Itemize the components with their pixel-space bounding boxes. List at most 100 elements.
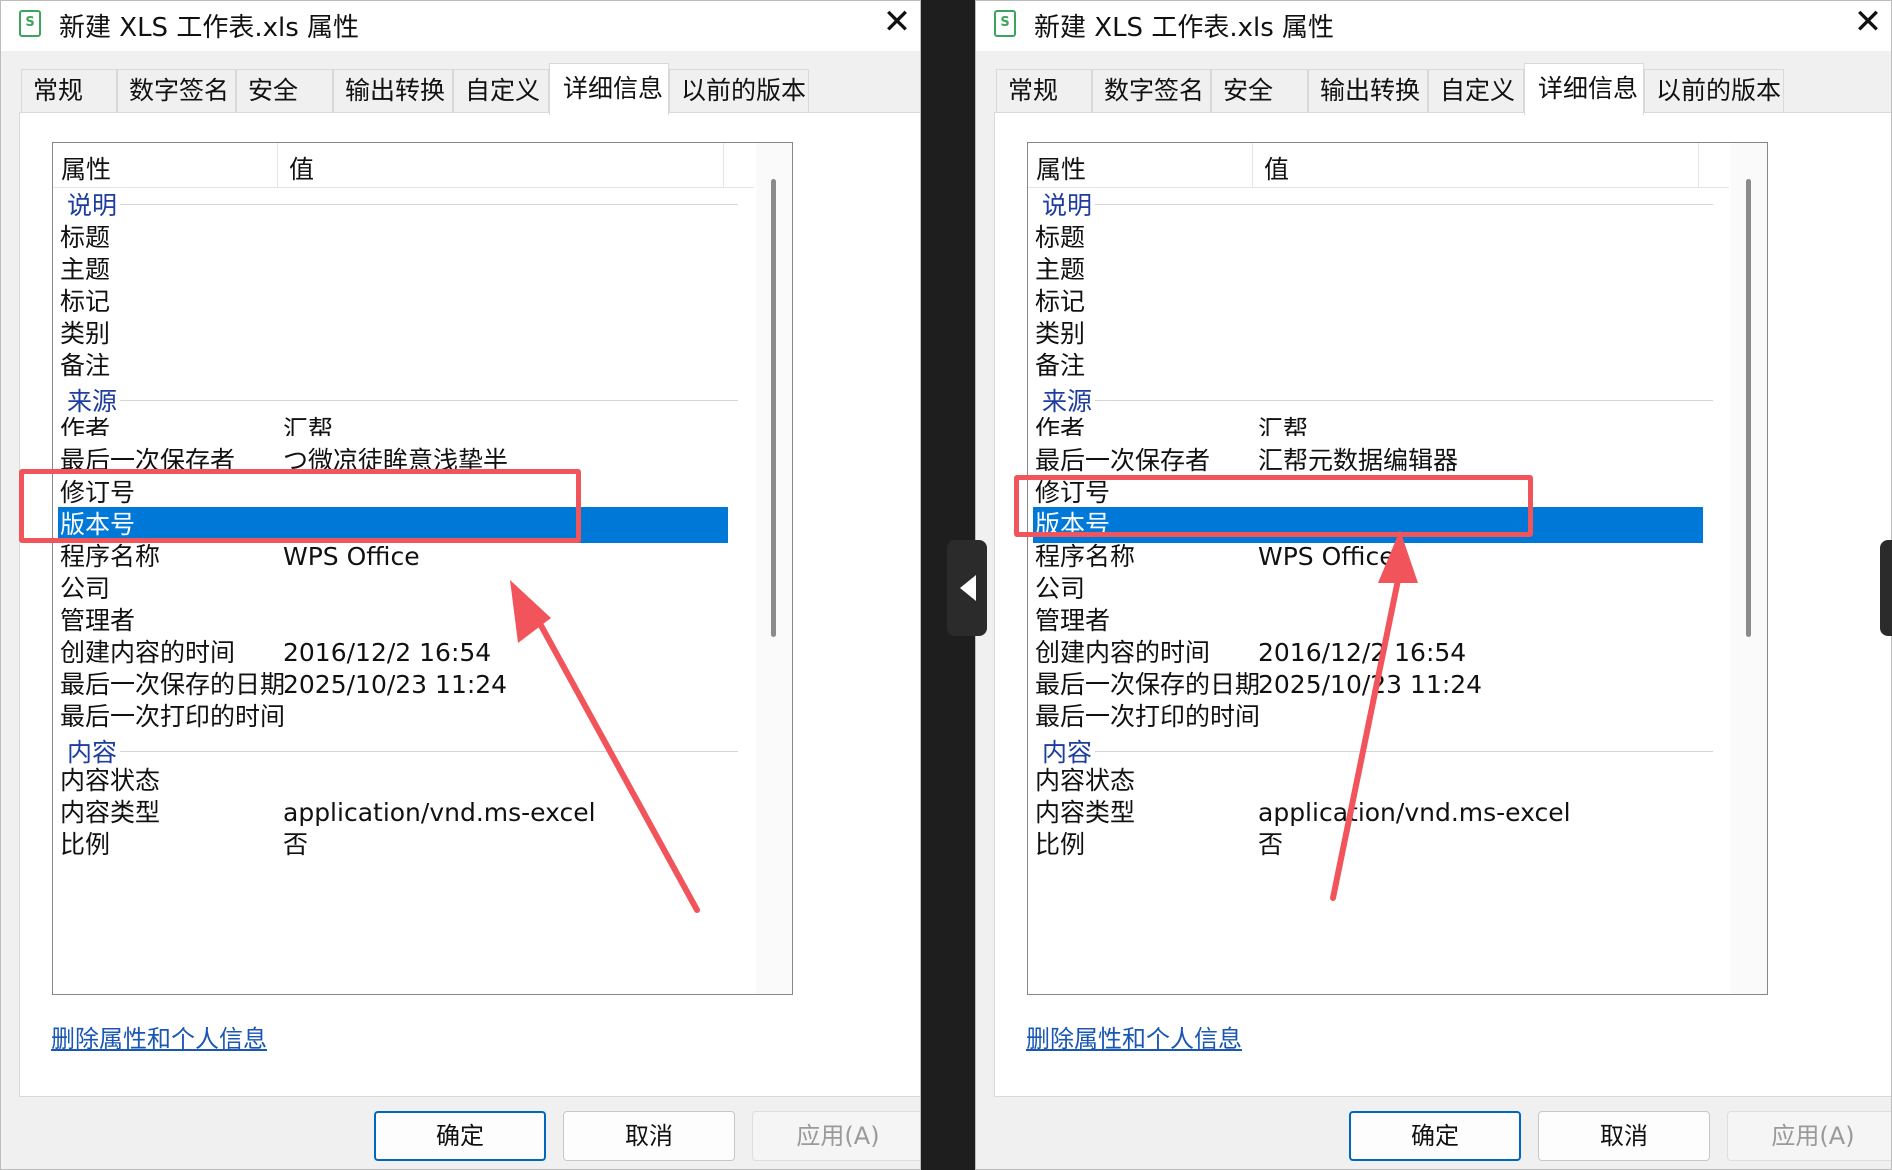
property-name: 程序名称 [60,542,161,571]
group-divider [120,204,738,205]
list-item[interactable]: 标记 [58,284,728,320]
property-name: 标记 [60,287,111,316]
property-value: 否 [283,830,309,859]
list-item[interactable]: 修订号 [58,475,728,511]
tab-general[interactable]: 常规 [21,69,117,113]
list-item[interactable]: 标记 [1033,284,1703,320]
list-item[interactable]: 作者 汇帮 [58,412,728,436]
list-item[interactable]: 备注 [58,348,728,384]
list-item[interactable]: 最后一次保存的日期 2025/10/23 11:24 [1033,667,1703,703]
list-item[interactable]: 比例 否 [1033,827,1703,863]
column-property[interactable]: 属性 [61,150,111,186]
list-item-selected[interactable]: 版本号 [58,507,728,543]
tab-security[interactable]: 安全 [1211,69,1308,113]
group-divider [120,400,738,401]
tab-digital-signature[interactable]: 数字签名 [1092,69,1211,113]
column-value[interactable]: 值 [1264,150,1289,186]
list-item[interactable]: 内容状态 [1033,763,1703,799]
list-item[interactable]: 程序名称 WPS Office [1033,539,1703,575]
tab-output-conversion[interactable]: 输出转换 [333,69,453,113]
list-item[interactable]: 标题 [58,220,728,256]
tab-custom[interactable]: 自定义 [1428,69,1524,113]
property-name: 类别 [1035,319,1086,348]
list-item[interactable]: 最后一次打印的时间 [1033,699,1703,735]
cancel-button[interactable]: 取消 [1538,1111,1710,1161]
tab-details[interactable]: 详细信息 [1524,63,1644,115]
property-name: 标记 [1035,287,1086,316]
property-name: 比例 [1035,830,1086,859]
apply-button[interactable]: 应用(A) [752,1111,920,1161]
list-item[interactable]: 类别 [58,316,728,352]
column-header: 属性 值 [53,143,754,188]
edge-handle[interactable] [1880,540,1892,636]
remove-properties-link[interactable]: 删除属性和个人信息 [51,1019,267,1054]
list-item[interactable]: 公司 [58,571,728,607]
tab-previous-versions[interactable]: 以前的版本 [1644,69,1784,113]
column-divider[interactable] [1252,143,1253,187]
dialog-buttons: 确定 取消 应用(A) [976,1097,1891,1169]
list-item[interactable]: 公司 [1033,571,1703,607]
property-name: 修订号 [60,478,136,507]
list-item[interactable]: 最后一次保存者 汇帮元数据编辑器 [1033,443,1703,479]
list-item[interactable]: 作者 汇帮 [1033,412,1703,436]
close-button[interactable]: ✕ [1845,1,1891,47]
column-divider[interactable] [723,143,724,187]
list-item[interactable]: 创建内容的时间 2016/12/2 16:54 [1033,635,1703,671]
column-divider[interactable] [1698,143,1699,187]
vertical-scrollbar[interactable] [756,143,792,994]
column-value[interactable]: 值 [289,150,314,186]
tab-details[interactable]: 详细信息 [549,63,669,115]
apply-button[interactable]: 应用(A) [1727,1111,1891,1161]
property-name: 版本号 [1035,510,1111,539]
properties-list[interactable]: 属性 值 说明 标题 主题 标记 类别 备注 来源 作者 汇帮 最后一次保存者 汇帮… [1027,142,1768,995]
list-item[interactable]: 备注 [1033,348,1703,384]
title-bar[interactable]: S 新建 XLS 工作表.xls 属性 ✕ [1,1,920,51]
close-icon: ✕ [1853,2,1883,42]
list-item[interactable]: 比例 否 [58,827,728,863]
title-bar[interactable]: S 新建 XLS 工作表.xls 属性 ✕ [976,1,1891,51]
property-name: 作者 [1035,415,1086,436]
property-value: 2025/10/23 11:24 [1258,670,1483,699]
property-name: 最后一次保存者 [60,446,236,475]
list-item[interactable]: 创建内容的时间 2016/12/2 16:54 [58,635,728,671]
tab-output-conversion[interactable]: 输出转换 [1308,69,1428,113]
splitter-handle[interactable] [947,540,987,636]
ok-button[interactable]: 确定 [374,1111,546,1161]
tab-custom[interactable]: 自定义 [453,69,549,113]
tab-general[interactable]: 常规 [996,69,1092,113]
scroll-thumb[interactable] [771,179,776,637]
cancel-button[interactable]: 取消 [563,1111,735,1161]
group-origin: 来源 [58,380,778,416]
properties-list[interactable]: 属性 值 说明 标题 主题 标记 类别 备注 来源 作者 汇帮 最后一次保存者 つ微… [52,142,793,995]
tab-security[interactable]: 安全 [236,69,333,113]
property-name: 主题 [1035,255,1086,284]
list-item[interactable]: 内容状态 [58,763,728,799]
list-item[interactable]: 标题 [1033,220,1703,256]
tab-previous-versions[interactable]: 以前的版本 [669,69,809,113]
list-item[interactable]: 修订号 [1033,475,1703,511]
close-button[interactable]: ✕ [874,1,920,47]
window-title: 新建 XLS 工作表.xls 属性 [1034,13,1335,43]
list-item[interactable]: 主题 [58,252,728,288]
list-item-selected[interactable]: 版本号 [1033,507,1703,543]
list-item[interactable]: 主题 [1033,252,1703,288]
list-item[interactable]: 最后一次保存的日期 2025/10/23 11:24 [58,667,728,703]
list-item[interactable]: 最后一次打印的时间 [58,699,728,735]
property-value: つ微凉徒眸意浅挚半 [283,446,509,475]
list-item[interactable]: 管理者 [1033,603,1703,639]
list-item[interactable]: 管理者 [58,603,728,639]
ok-button[interactable]: 确定 [1349,1111,1521,1161]
list-item[interactable]: 内容类型 application/vnd.ms-excel [1033,795,1703,831]
property-name: 类别 [60,319,111,348]
column-property[interactable]: 属性 [1036,150,1086,186]
list-item[interactable]: 最后一次保存者 つ微凉徒眸意浅挚半 [58,443,728,479]
remove-properties-link[interactable]: 删除属性和个人信息 [1026,1019,1242,1054]
scroll-thumb[interactable] [1746,179,1751,637]
group-description: 说明 [1033,184,1753,220]
list-item[interactable]: 内容类型 application/vnd.ms-excel [58,795,728,831]
list-item[interactable]: 类别 [1033,316,1703,352]
column-divider[interactable] [277,143,278,187]
tab-digital-signature[interactable]: 数字签名 [117,69,236,113]
vertical-scrollbar[interactable] [1731,143,1767,994]
list-item[interactable]: 程序名称 WPS Office [58,539,728,575]
